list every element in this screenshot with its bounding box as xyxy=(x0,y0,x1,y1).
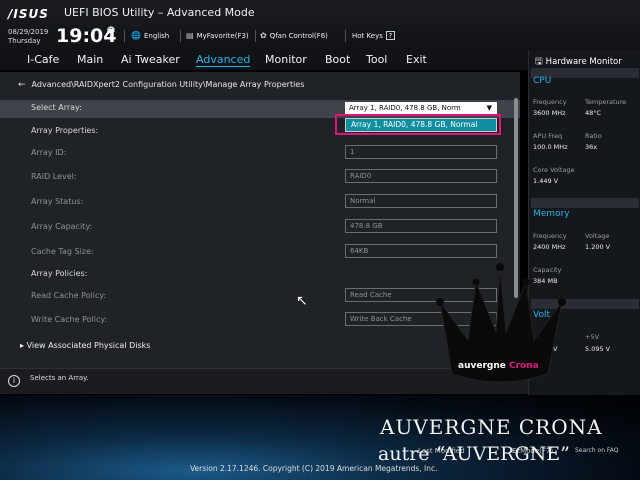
gear-icon[interactable]: ⚙ xyxy=(106,24,116,37)
array-status-label: Array Status: xyxy=(31,197,84,206)
asus-logo: /ISUS xyxy=(8,7,49,21)
dropdown-option[interactable]: Array 1, RAID0, 478.8 GB, Normal xyxy=(345,118,497,132)
section-divider xyxy=(531,198,639,208)
memory-voltage-label: Voltage xyxy=(585,232,610,240)
watermark-subtitle: autre “AUVERGNE” xyxy=(378,443,570,465)
array-policies-label: Array Policies: xyxy=(31,269,88,278)
hotkeys-label: Hot Keys xyxy=(352,31,383,40)
cache-tag-label: Cache Tag Size: xyxy=(31,247,94,256)
qfan-button[interactable]: ✿ Qfan Control(F6) xyxy=(260,31,328,40)
hardware-monitor-label: Hardware Monitor xyxy=(545,57,622,67)
menu-main[interactable]: Main xyxy=(77,53,103,66)
memory-section-title: Memory xyxy=(533,209,570,219)
select-array-label: Select Array: xyxy=(31,103,82,112)
array-status-field: Normal xyxy=(345,194,497,208)
cpu-frequency-label: Frequency xyxy=(533,98,567,106)
watermark-small-a: auvergne xyxy=(458,361,509,371)
breadcrumb: ← Advanced\RAIDXpert2 Configuration Util… xyxy=(18,80,304,90)
menu-boot[interactable]: Boot xyxy=(325,53,350,66)
view-associated-disks-label: View Associated Physical Disks xyxy=(26,341,151,350)
core-voltage-value: 1.449 V xyxy=(533,177,559,185)
ratio-value: 36x xyxy=(585,143,598,151)
array-properties-label: Array Properties: xyxy=(31,126,99,135)
qfan-label: Qfan Control(F6) xyxy=(269,31,328,40)
apu-freq-value: 100.0 MHz xyxy=(533,143,568,151)
read-cache-label: Read Cache Policy: xyxy=(31,291,107,300)
help-key-icon: ? xyxy=(385,31,395,40)
cpu-temperature-value: 48°C xyxy=(585,109,602,117)
header-divider xyxy=(345,30,346,42)
chevron-down-icon: ▼ xyxy=(486,104,492,112)
day-text: Thursday xyxy=(8,37,41,45)
myfavorite-label: MyFavorite(F3) xyxy=(196,31,249,40)
raid-level-label: RAID Level: xyxy=(31,172,77,181)
info-icon: i xyxy=(8,375,20,387)
globe-icon: 🌐 xyxy=(131,31,141,40)
write-cache-label: Write Cache Policy: xyxy=(31,315,108,324)
header-divider xyxy=(255,30,256,42)
memory-frequency-label: Frequency xyxy=(533,232,567,240)
header-divider xyxy=(124,30,125,42)
select-array-value: Array 1, RAID0, 478.8 GB, Norm xyxy=(349,104,461,112)
menu-monitor[interactable]: Monitor xyxy=(265,53,307,66)
watermark-title: AUVERGNE CRONA xyxy=(380,415,603,439)
mouse-cursor-icon: ↖ xyxy=(296,293,308,309)
menu-icafe[interactable]: I-Cafe xyxy=(27,53,59,66)
core-voltage-label: Core Voltage xyxy=(533,166,575,174)
cpu-frequency-value: 3600 MHz xyxy=(533,109,566,117)
main-menu: I-Cafe Main Ai Tweaker Advanced Monitor … xyxy=(0,50,528,70)
plus5v-label: +5V xyxy=(585,333,600,341)
favorite-icon: ▤ xyxy=(186,31,194,40)
ratio-label: Ratio xyxy=(585,132,602,140)
hotkeys-button[interactable]: Hot Keys ? xyxy=(352,31,395,40)
watermark-small-text: auvergne Crona xyxy=(458,361,539,371)
hint-text: Selects an Array. xyxy=(30,374,89,382)
version-text: Version 2.17.1246. Copyright (C) 2019 Am… xyxy=(190,464,438,473)
fan-icon: ✿ xyxy=(260,31,267,40)
array-id-label: Array ID: xyxy=(31,148,67,157)
menu-tool[interactable]: Tool xyxy=(366,53,387,66)
date-text: 08/29/2019 xyxy=(8,28,49,36)
language-label: English xyxy=(143,31,170,40)
back-arrow-icon[interactable]: ← xyxy=(18,80,26,90)
breadcrumb-path: Advanced\RAIDXpert2 Configuration Utilit… xyxy=(31,80,305,89)
myfavorite-button[interactable]: ▤ MyFavorite(F3) xyxy=(186,31,249,40)
array-id-field: 1 xyxy=(345,145,497,159)
date-display: 08/29/2019 Thursday xyxy=(8,28,48,46)
cache-tag-field: 64KB xyxy=(345,244,497,258)
view-associated-disks-link[interactable]: ▸ View Associated Physical Disks xyxy=(20,341,150,350)
apu-freq-label: APU Freq xyxy=(533,132,563,140)
array-capacity-label: Array Capacity: xyxy=(31,222,93,231)
menu-ai-tweaker[interactable]: Ai Tweaker xyxy=(121,53,180,66)
memory-voltage-value: 1.200 V xyxy=(585,243,611,251)
memory-frequency-value: 2400 MHz xyxy=(533,243,566,251)
raid-level-field: RAID0 xyxy=(345,169,497,183)
plus5v-value: 5.095 V xyxy=(585,345,611,353)
language-button[interactable]: 🌐 English xyxy=(131,31,169,40)
search-faq-button[interactable]: Search on FAQ xyxy=(575,447,619,454)
array-capacity-field: 478.8 GB xyxy=(345,219,497,233)
chevron-right-icon: ▸ xyxy=(20,341,25,350)
crown-watermark-logo xyxy=(436,263,566,383)
menu-advanced[interactable]: Advanced xyxy=(196,53,251,67)
bios-title: UEFI BIOS Utility – Advanced Mode xyxy=(64,6,255,19)
menu-exit[interactable]: Exit xyxy=(406,53,427,66)
watermark-small-b: Crona xyxy=(508,361,539,371)
header-bar: /ISUS UEFI BIOS Utility – Advanced Mode … xyxy=(0,0,640,50)
cpu-temperature-label: Temperature xyxy=(585,98,627,106)
cpu-section-title: CPU xyxy=(533,76,552,86)
header-divider xyxy=(180,30,181,42)
